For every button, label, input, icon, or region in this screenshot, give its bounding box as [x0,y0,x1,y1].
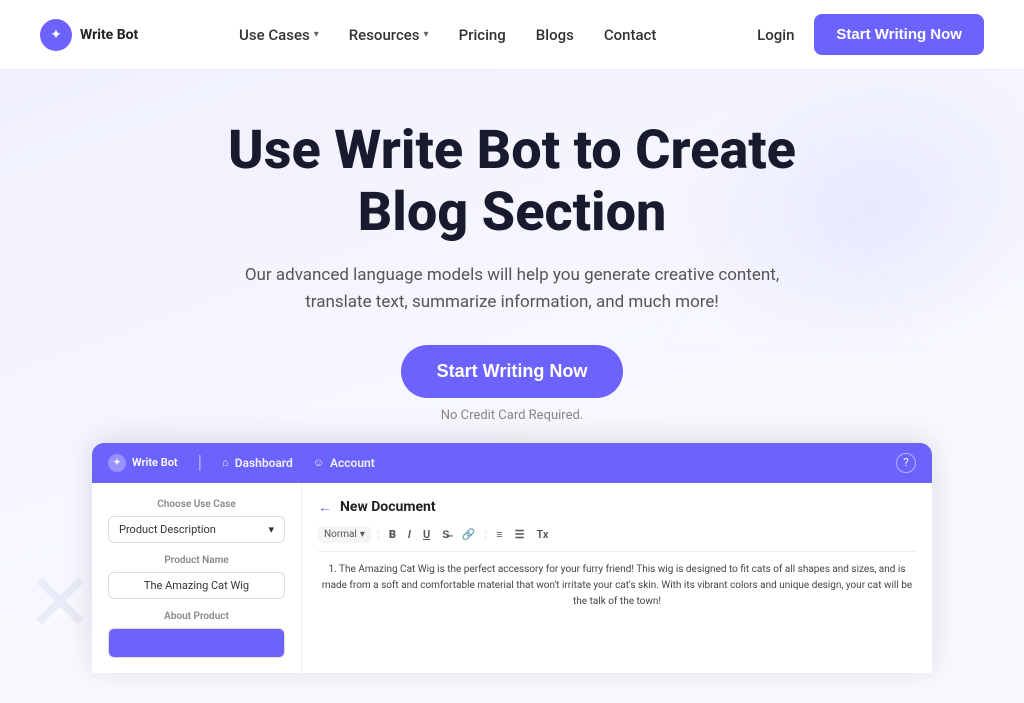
topbar-separator: | [198,452,202,473]
home-icon: ⌂ [222,456,229,469]
hero-subtitle: Our advanced language models will help y… [232,262,792,316]
logo[interactable]: ✦ Write Bot [40,19,138,51]
dash-nav-dashboard[interactable]: ⌂ Dashboard [222,456,293,470]
use-case-label: Choose Use Case [108,499,285,510]
about-product-textarea[interactable] [108,628,285,658]
dash-help-button[interactable]: ? [896,453,916,473]
nav-cta-button[interactable]: Start Writing Now [814,14,984,55]
bold-button[interactable]: B [386,526,399,543]
nav-resources[interactable]: Resources ▾ [349,26,429,44]
ordered-list-button[interactable]: ☰ [512,526,528,543]
chevron-down-icon: ▾ [268,523,274,536]
dashboard-topbar: ✦ Write Bot | ⌂ Dashboard ☺ Account ? [92,443,932,483]
navbar: ✦ Write Bot Use Cases ▾ Resources ▾ Pric… [0,0,1024,70]
about-product-label: About Product [108,611,285,622]
dashboard-left-panel: Choose Use Case Product Description ▾ Pr… [92,483,302,673]
nav-blogs[interactable]: Blogs [536,26,574,44]
clear-format-button[interactable]: Tx [533,526,551,543]
editor-content[interactable]: 1. The Amazing Cat Wig is the perfect ac… [318,562,916,610]
underline-button[interactable]: U [420,526,433,543]
hero-title: Use Write Bot to Create Blog Section [20,120,1004,244]
nav-contact[interactable]: Contact [604,26,657,44]
hero-section: ✕ Use Write Bot to Create Blog Section O… [0,70,1024,703]
login-button[interactable]: Login [757,26,794,44]
nav-use-cases[interactable]: Use Cases ▾ [239,26,319,44]
toolbar-separator-2: : [484,527,487,541]
dash-nav-account[interactable]: ☺ Account [313,456,375,470]
link-button[interactable]: 🔗 [459,526,479,543]
bullet-list-button[interactable]: ≡ [493,526,505,543]
no-credit-card-text: No Credit Card Required. [20,408,1004,423]
dashboard-body: Choose Use Case Product Description ▾ Pr… [92,483,932,673]
document-header: ← New Document [318,499,916,516]
document-title: New Document [340,499,436,515]
editor-toolbar: Normal ▾ : B I U S̶ 🔗 : ≡ ☰ Tx [318,526,916,552]
chevron-down-icon: ▾ [360,529,365,540]
use-case-select[interactable]: Product Description ▾ [108,516,285,543]
hero-cta-button[interactable]: Start Writing Now [401,345,624,398]
dashboard-right-panel: ← New Document Normal ▾ : B I U S̶ 🔗 : ≡ [302,483,932,673]
strikethrough-button[interactable]: S̶ [439,526,452,543]
back-arrow-icon[interactable]: ← [318,499,332,516]
nav-pricing[interactable]: Pricing [459,26,506,44]
logo-icon: ✦ [40,19,72,51]
nav-links: Use Cases ▾ Resources ▾ Pricing Blogs Co… [239,26,656,44]
navbar-actions: Login Start Writing Now [757,14,984,55]
user-icon: ☺ [313,456,324,469]
toolbar-separator: : [377,527,380,541]
text-style-dropdown[interactable]: Normal ▾ [318,526,371,543]
italic-button[interactable]: I [405,526,414,543]
dashboard-preview: ✦ Write Bot | ⌂ Dashboard ☺ Account ? Ch… [92,443,932,673]
dash-logo-icon: ✦ [108,454,126,472]
chevron-down-icon: ▾ [424,29,429,40]
bg-decoration-x: ✕ [20,563,100,643]
logo-text: Write Bot [80,27,138,43]
dash-logo: ✦ Write Bot [108,454,178,472]
product-name-label: Product Name [108,555,285,566]
chevron-down-icon: ▾ [314,29,319,40]
